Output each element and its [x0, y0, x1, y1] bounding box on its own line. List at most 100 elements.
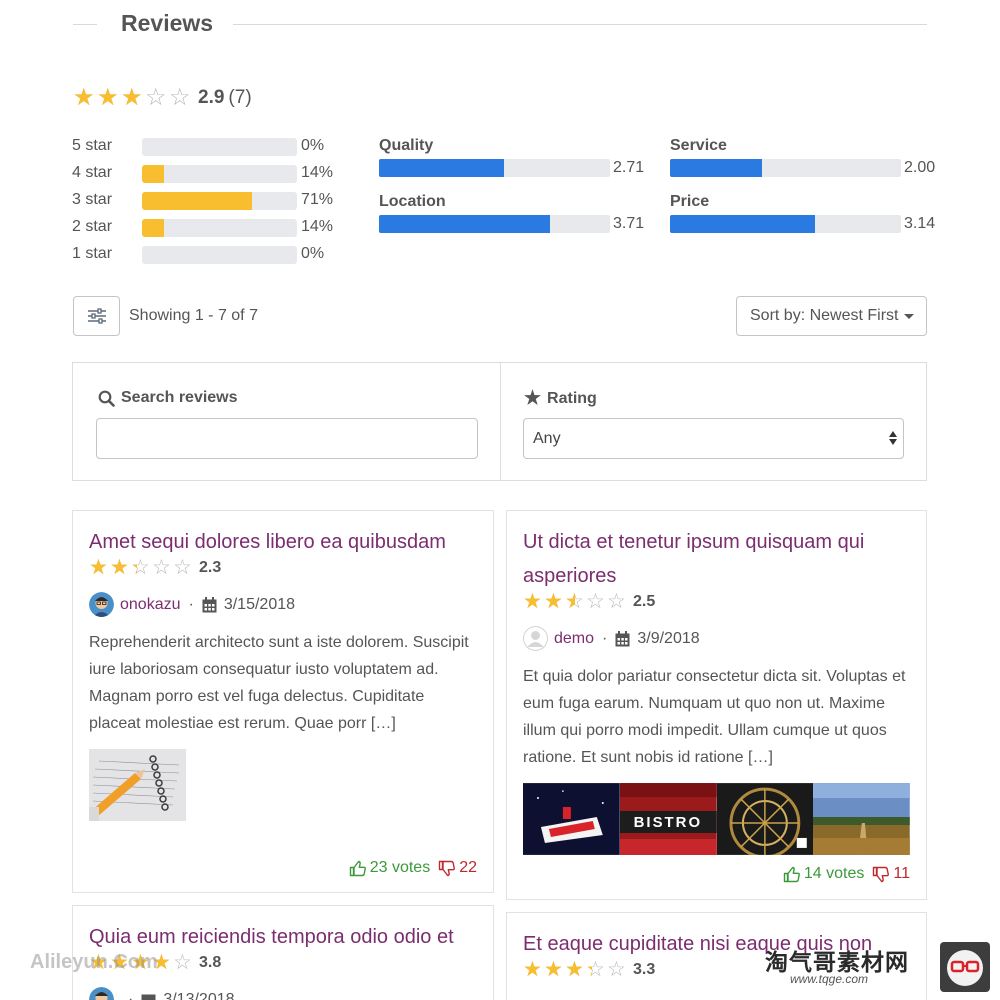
downvote-button[interactable]: 22	[438, 859, 477, 877]
star-icon: ☆	[145, 84, 167, 111]
upvote-button[interactable]: 14 votes	[783, 865, 864, 883]
review-rating: ☆★☆★☆★☆☆ 2.3	[89, 557, 477, 578]
header-divider-left	[73, 24, 97, 25]
search-icon	[98, 390, 115, 407]
star-icon: ☆★	[565, 590, 584, 613]
rating-select-value: Any	[533, 429, 561, 447]
review-photo[interactable]	[89, 749, 186, 821]
upvote-button[interactable]: 23 votes	[349, 859, 430, 877]
caret-down-icon	[904, 313, 915, 319]
review-date: 3/13/2018	[163, 990, 235, 1000]
watermark-logo	[940, 942, 990, 992]
overall-rating: ☆ ★ ☆ ★ ☆ ★ ☆ ☆ 2.9 (7)	[73, 86, 252, 110]
distribution-label: 1 star	[72, 245, 113, 262]
criteria-bar	[670, 159, 901, 177]
reviews-heading: Reviews	[121, 10, 214, 36]
criteria-value: 3.71	[613, 215, 645, 232]
upvote-count: 23 votes	[369, 859, 431, 876]
review-stars: ☆★☆★☆★☆☆	[523, 591, 627, 612]
review-card: Amet sequi dolores libero ea quibusdam ☆…	[72, 510, 494, 893]
search-label-text: Search reviews	[121, 389, 238, 406]
star-icon: ☆	[173, 951, 192, 974]
distribution-row[interactable]: 3 star 71%	[72, 191, 342, 218]
star-icon: ☆★	[586, 958, 605, 981]
filter-panel: Search reviews ★ Rating Any	[72, 362, 927, 481]
criteria-quality: Quality 2.71	[379, 137, 649, 177]
avatar[interactable]	[89, 592, 114, 617]
review-date: 3/15/2018	[223, 595, 296, 613]
search-input[interactable]	[96, 418, 478, 459]
distribution-label: 4 star	[72, 164, 113, 181]
downvote-count: 11	[893, 865, 910, 882]
thumbs-up-icon	[783, 866, 800, 882]
review-title[interactable]: Amet sequi dolores libero ea quibusdam	[89, 525, 477, 559]
review-votes: 23 votes 22	[349, 859, 477, 877]
filter-toggle-button[interactable]	[73, 296, 120, 336]
avatar[interactable]	[89, 987, 114, 1000]
criteria-label: Location	[379, 193, 446, 210]
distribution-label: 5 star	[72, 137, 113, 154]
review-stars: ☆★☆★☆★☆☆	[89, 557, 193, 578]
review-photo[interactable]	[716, 783, 814, 855]
review-rating-value: 3.3	[633, 960, 656, 978]
distribution-bar-fill	[142, 165, 164, 183]
criteria-bar	[670, 215, 901, 233]
sort-dropdown[interactable]: Sort by: Newest First	[736, 296, 927, 336]
overall-stars: ☆ ★ ☆ ★ ☆ ★ ☆ ☆	[73, 86, 192, 110]
criteria-service: Service 2.00	[670, 137, 940, 177]
review-photo[interactable]	[523, 783, 620, 855]
thumbs-down-icon	[439, 860, 456, 876]
criteria-bar	[379, 215, 610, 233]
rating-distribution: 5 star 0% 4 star 14% 3 star 71% 2 star 1…	[72, 137, 342, 272]
star-icon: ☆	[173, 556, 192, 579]
sort-label: Sort by: Newest First	[750, 307, 899, 324]
criteria-value: 2.71	[613, 159, 645, 176]
star-icon: ☆	[607, 958, 626, 981]
meta-separator: ·	[188, 595, 194, 613]
distribution-row[interactable]: 4 star 14%	[72, 164, 342, 191]
criteria-location: Location 3.71	[379, 193, 649, 233]
star-icon: ☆★	[544, 590, 563, 613]
select-arrows-icon	[889, 431, 897, 445]
star-icon: ☆★	[89, 556, 108, 579]
criteria-label: Price	[670, 193, 710, 210]
review-photo[interactable]	[813, 783, 910, 855]
star-icon: ☆	[169, 84, 191, 111]
star-icon: ☆	[607, 590, 626, 613]
watermark-right-url: www.tqge.com	[790, 972, 869, 986]
review-author[interactable]: onokazu	[120, 596, 181, 614]
review-title[interactable]: Ut dicta et tenetur ipsum quisquam qui a…	[523, 525, 910, 593]
review-stars: ☆★☆★☆★☆★☆	[523, 959, 627, 980]
star-icon: ☆	[152, 556, 171, 579]
review-date: 3/9/2018	[637, 629, 700, 647]
distribution-row[interactable]: 2 star 14%	[72, 218, 342, 245]
criteria-value: 2.00	[904, 159, 936, 176]
distribution-bar	[142, 219, 297, 237]
downvote-count: 22	[459, 859, 477, 876]
rating-select[interactable]: Any	[523, 418, 904, 459]
distribution-percent: 71%	[301, 191, 334, 208]
criteria-bar-fill	[379, 215, 551, 233]
distribution-bar	[142, 192, 297, 210]
distribution-percent: 0%	[301, 245, 325, 262]
distribution-bar	[142, 138, 297, 156]
review-rating-value: 3.8	[199, 953, 222, 971]
distribution-percent: 14%	[301, 164, 334, 181]
review-photos: BISTRO	[523, 783, 910, 855]
review-title[interactable]: Quia eum reiciendis tempora odio odio et	[89, 920, 477, 954]
review-votes: 14 votes 11	[783, 865, 910, 883]
distribution-bar	[142, 246, 297, 264]
results-count: Showing 1 - 7 of 7	[129, 307, 258, 324]
distribution-row[interactable]: 5 star 0%	[72, 137, 342, 164]
review-rating-value: 2.5	[633, 592, 656, 610]
distribution-row[interactable]: 1 star 0%	[72, 245, 342, 272]
criteria-label: Service	[670, 137, 727, 154]
star-icon: ★	[524, 388, 542, 409]
review-photo[interactable]: BISTRO	[619, 783, 717, 855]
downvote-button[interactable]: 11	[872, 865, 910, 883]
review-rating: ☆★☆★☆★☆☆ 2.5	[523, 591, 910, 612]
review-author[interactable]: demo	[554, 630, 594, 648]
avatar[interactable]	[523, 626, 548, 651]
header-divider-right	[233, 24, 927, 25]
calendar-icon	[615, 630, 630, 646]
